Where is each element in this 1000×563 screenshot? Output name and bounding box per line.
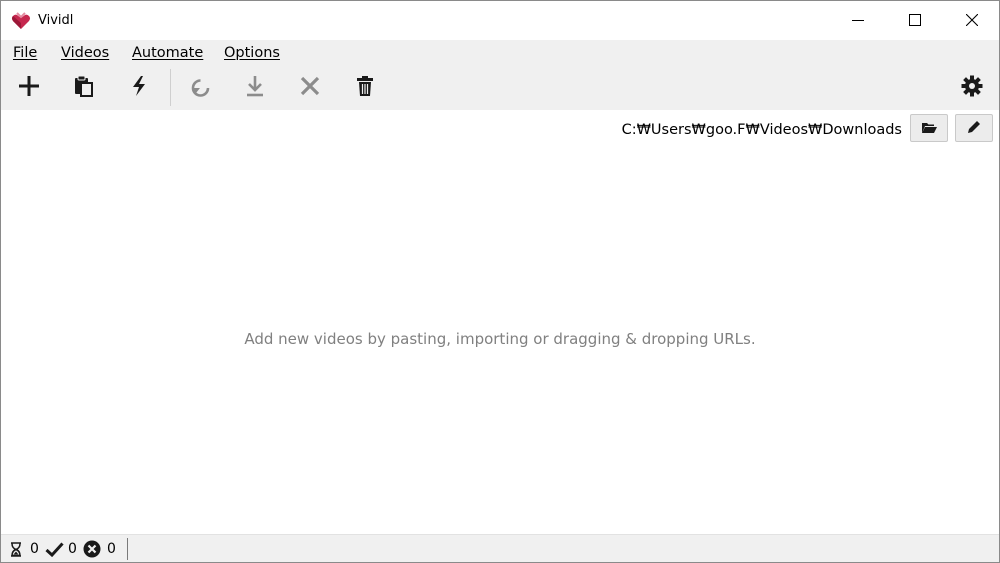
menu-bar: File Videos Automate Options bbox=[1, 40, 999, 67]
error-circle-icon bbox=[83, 540, 101, 558]
menu-videos[interactable]: Videos bbox=[61, 45, 109, 61]
quick-download-button[interactable] bbox=[119, 69, 159, 107]
status-bar: 0 0 0 bbox=[1, 534, 999, 562]
cancel-icon bbox=[300, 76, 320, 100]
pencil-icon bbox=[967, 119, 981, 138]
menu-automate[interactable]: Automate bbox=[132, 45, 203, 61]
download-path-text: C:₩Users₩goo.F₩Videos₩Downloads bbox=[621, 122, 902, 138]
menu-options[interactable]: Options bbox=[224, 45, 280, 61]
edit-path-button[interactable] bbox=[955, 114, 993, 142]
pending-count: 0 bbox=[30, 541, 39, 557]
completed-count: 0 bbox=[68, 541, 77, 557]
remove-videos-button[interactable] bbox=[345, 69, 385, 107]
toolbar-separator bbox=[170, 69, 171, 106]
trash-icon bbox=[356, 75, 374, 101]
retry-button[interactable] bbox=[180, 69, 220, 107]
cancel-download-button[interactable] bbox=[290, 69, 330, 107]
status-separator bbox=[127, 538, 128, 560]
retry-icon bbox=[189, 75, 211, 101]
close-icon bbox=[965, 11, 978, 30]
add-video-button[interactable] bbox=[9, 69, 49, 107]
empty-state-message: Add new videos by pasting, importing or … bbox=[244, 330, 756, 348]
paste-urls-button[interactable] bbox=[64, 69, 104, 107]
hourglass-icon bbox=[8, 541, 24, 557]
failed-count: 0 bbox=[107, 541, 116, 557]
app-logo-icon bbox=[11, 11, 31, 31]
title-bar: Vividl bbox=[1, 1, 999, 40]
paste-icon bbox=[74, 75, 94, 101]
folder-open-icon bbox=[921, 119, 937, 138]
minimize-icon bbox=[851, 11, 864, 30]
app-window: Vividl File Videos Automate Options C:₩U… bbox=[0, 0, 1000, 563]
menu-file[interactable]: File bbox=[13, 45, 37, 61]
settings-button[interactable] bbox=[952, 69, 992, 107]
window-title: Vividl bbox=[38, 13, 74, 28]
download-icon bbox=[245, 75, 265, 101]
maximize-button[interactable] bbox=[886, 1, 943, 40]
download-button[interactable] bbox=[235, 69, 275, 107]
lightning-icon bbox=[131, 75, 147, 101]
gear-icon bbox=[961, 75, 983, 101]
toolbar bbox=[1, 67, 999, 110]
checkmark-icon bbox=[44, 541, 64, 557]
open-folder-button[interactable] bbox=[910, 114, 948, 142]
close-button[interactable] bbox=[943, 1, 999, 40]
plus-icon bbox=[18, 75, 40, 101]
minimize-button[interactable] bbox=[829, 1, 886, 40]
maximize-icon bbox=[908, 11, 921, 30]
